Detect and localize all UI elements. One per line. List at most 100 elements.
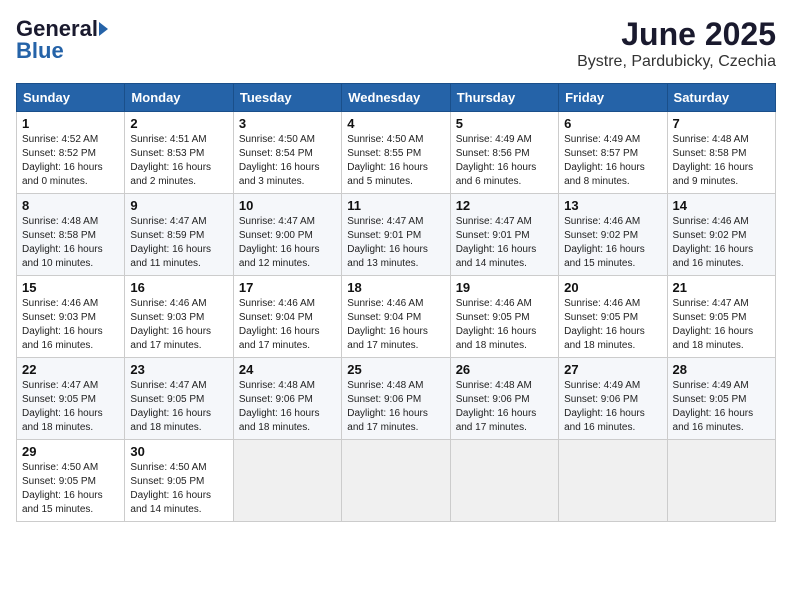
- day-info: Sunrise: 4:47 AM Sunset: 8:59 PM Dayligh…: [130, 215, 227, 271]
- day-info: Sunrise: 4:50 AM Sunset: 8:55 PM Dayligh…: [347, 133, 444, 189]
- weekday-header-tuesday: Tuesday: [233, 84, 341, 112]
- day-cell: 12 Sunrise: 4:47 AM Sunset: 9:01 PM Dayli…: [450, 194, 558, 276]
- day-cell: 25 Sunrise: 4:48 AM Sunset: 9:06 PM Dayli…: [342, 358, 450, 440]
- week-row-1: 1 Sunrise: 4:52 AM Sunset: 8:52 PM Daylig…: [17, 112, 776, 194]
- day-number: 7: [673, 116, 770, 131]
- logo-blue-text: Blue: [16, 38, 64, 64]
- day-cell: 19 Sunrise: 4:46 AM Sunset: 9:05 PM Dayli…: [450, 276, 558, 358]
- day-info: Sunrise: 4:46 AM Sunset: 9:04 PM Dayligh…: [347, 297, 444, 353]
- day-number: 15: [22, 280, 119, 295]
- day-cell: [559, 440, 667, 522]
- day-cell: 18 Sunrise: 4:46 AM Sunset: 9:04 PM Dayli…: [342, 276, 450, 358]
- day-number: 20: [564, 280, 661, 295]
- day-number: 4: [347, 116, 444, 131]
- day-number: 23: [130, 362, 227, 377]
- day-cell: 27 Sunrise: 4:49 AM Sunset: 9:06 PM Dayli…: [559, 358, 667, 440]
- day-cell: 21 Sunrise: 4:47 AM Sunset: 9:05 PM Dayli…: [667, 276, 775, 358]
- day-number: 19: [456, 280, 553, 295]
- weekday-header-wednesday: Wednesday: [342, 84, 450, 112]
- day-number: 13: [564, 198, 661, 213]
- day-info: Sunrise: 4:46 AM Sunset: 9:05 PM Dayligh…: [564, 297, 661, 353]
- day-info: Sunrise: 4:47 AM Sunset: 9:05 PM Dayligh…: [673, 297, 770, 353]
- day-number: 5: [456, 116, 553, 131]
- day-number: 24: [239, 362, 336, 377]
- day-cell: 5 Sunrise: 4:49 AM Sunset: 8:56 PM Daylig…: [450, 112, 558, 194]
- day-cell: 15 Sunrise: 4:46 AM Sunset: 9:03 PM Dayli…: [17, 276, 125, 358]
- logo: General Blue: [16, 16, 108, 64]
- day-info: Sunrise: 4:50 AM Sunset: 9:05 PM Dayligh…: [130, 461, 227, 517]
- day-info: Sunrise: 4:46 AM Sunset: 9:05 PM Dayligh…: [456, 297, 553, 353]
- day-cell: 14 Sunrise: 4:46 AM Sunset: 9:02 PM Dayli…: [667, 194, 775, 276]
- day-number: 21: [673, 280, 770, 295]
- day-info: Sunrise: 4:49 AM Sunset: 8:57 PM Dayligh…: [564, 133, 661, 189]
- title-block: June 2025 Bystre, Pardubicky, Czechia: [577, 16, 776, 71]
- week-row-5: 29 Sunrise: 4:50 AM Sunset: 9:05 PM Dayli…: [17, 440, 776, 522]
- day-number: 1: [22, 116, 119, 131]
- weekday-header-sunday: Sunday: [17, 84, 125, 112]
- day-cell: 2 Sunrise: 4:51 AM Sunset: 8:53 PM Daylig…: [125, 112, 233, 194]
- day-info: Sunrise: 4:52 AM Sunset: 8:52 PM Dayligh…: [22, 133, 119, 189]
- day-number: 27: [564, 362, 661, 377]
- day-number: 28: [673, 362, 770, 377]
- location: Bystre, Pardubicky, Czechia: [577, 53, 776, 71]
- week-row-3: 15 Sunrise: 4:46 AM Sunset: 9:03 PM Dayli…: [17, 276, 776, 358]
- day-info: Sunrise: 4:47 AM Sunset: 9:01 PM Dayligh…: [456, 215, 553, 271]
- day-number: 6: [564, 116, 661, 131]
- day-number: 14: [673, 198, 770, 213]
- day-info: Sunrise: 4:48 AM Sunset: 9:06 PM Dayligh…: [347, 379, 444, 435]
- week-row-4: 22Sunrise: 4:47 AM Sunset: 9:05 PM Dayli…: [17, 358, 776, 440]
- page-header: General Blue June 2025 Bystre, Pardubick…: [16, 16, 776, 71]
- day-number: 29: [22, 444, 119, 459]
- day-cell: 23 Sunrise: 4:47 AM Sunset: 9:05 PM Dayli…: [125, 358, 233, 440]
- day-info: Sunrise: 4:49 AM Sunset: 8:56 PM Dayligh…: [456, 133, 553, 189]
- day-cell: 26Sunrise: 4:48 AM Sunset: 9:06 PM Dayli…: [450, 358, 558, 440]
- day-cell: 1 Sunrise: 4:52 AM Sunset: 8:52 PM Daylig…: [17, 112, 125, 194]
- day-info: Sunrise: 4:47 AM Sunset: 9:05 PM Dayligh…: [130, 379, 227, 435]
- day-cell: 30 Sunrise: 4:50 AM Sunset: 9:05 PM Dayli…: [125, 440, 233, 522]
- day-cell: 11Sunrise: 4:47 AM Sunset: 9:01 PM Dayli…: [342, 194, 450, 276]
- week-row-2: 8Sunrise: 4:48 AM Sunset: 8:58 PM Daylig…: [17, 194, 776, 276]
- day-number: 9: [130, 198, 227, 213]
- day-info: Sunrise: 4:46 AM Sunset: 9:03 PM Dayligh…: [22, 297, 119, 353]
- day-number: 18: [347, 280, 444, 295]
- day-cell: [342, 440, 450, 522]
- day-info: Sunrise: 4:51 AM Sunset: 8:53 PM Dayligh…: [130, 133, 227, 189]
- day-cell: 29 Sunrise: 4:50 AM Sunset: 9:05 PM Dayli…: [17, 440, 125, 522]
- day-info: Sunrise: 4:47 AM Sunset: 9:01 PM Dayligh…: [347, 215, 444, 271]
- day-cell: [450, 440, 558, 522]
- day-cell: [233, 440, 341, 522]
- day-cell: 17Sunrise: 4:46 AM Sunset: 9:04 PM Dayli…: [233, 276, 341, 358]
- day-cell: [667, 440, 775, 522]
- calendar-table: SundayMondayTuesdayWednesdayThursdayFrid…: [16, 83, 776, 522]
- weekday-header-monday: Monday: [125, 84, 233, 112]
- day-info: Sunrise: 4:50 AM Sunset: 8:54 PM Dayligh…: [239, 133, 336, 189]
- weekday-header-row: SundayMondayTuesdayWednesdayThursdayFrid…: [17, 84, 776, 112]
- day-info: Sunrise: 4:49 AM Sunset: 9:05 PM Dayligh…: [673, 379, 770, 435]
- day-cell: 28 Sunrise: 4:49 AM Sunset: 9:05 PM Dayli…: [667, 358, 775, 440]
- day-info: Sunrise: 4:46 AM Sunset: 9:02 PM Dayligh…: [564, 215, 661, 271]
- day-cell: 4 Sunrise: 4:50 AM Sunset: 8:55 PM Daylig…: [342, 112, 450, 194]
- day-cell: 20 Sunrise: 4:46 AM Sunset: 9:05 PM Dayli…: [559, 276, 667, 358]
- day-number: 25: [347, 362, 444, 377]
- day-info: Sunrise: 4:46 AM Sunset: 9:04 PM Dayligh…: [239, 297, 336, 353]
- day-number: 2: [130, 116, 227, 131]
- day-info: Sunrise: 4:48 AM Sunset: 8:58 PM Dayligh…: [673, 133, 770, 189]
- day-info: Sunrise: 4:49 AM Sunset: 9:06 PM Dayligh…: [564, 379, 661, 435]
- day-info: Sunrise: 4:46 AM Sunset: 9:02 PM Dayligh…: [673, 215, 770, 271]
- day-cell: 24 Sunrise: 4:48 AM Sunset: 9:06 PM Dayli…: [233, 358, 341, 440]
- day-cell: 10Sunrise: 4:47 AM Sunset: 9:00 PM Dayli…: [233, 194, 341, 276]
- day-info: Sunrise: 4:46 AM Sunset: 9:03 PM Dayligh…: [130, 297, 227, 353]
- day-number: 3: [239, 116, 336, 131]
- day-cell: 22Sunrise: 4:47 AM Sunset: 9:05 PM Dayli…: [17, 358, 125, 440]
- day-cell: 16 Sunrise: 4:46 AM Sunset: 9:03 PM Dayli…: [125, 276, 233, 358]
- month-title: June 2025: [577, 16, 776, 53]
- day-info: Sunrise: 4:50 AM Sunset: 9:05 PM Dayligh…: [22, 461, 119, 517]
- day-number: 12: [456, 198, 553, 213]
- day-info: Sunrise: 4:48 AM Sunset: 9:06 PM Dayligh…: [239, 379, 336, 435]
- day-number: 30: [130, 444, 227, 459]
- day-cell: 9 Sunrise: 4:47 AM Sunset: 8:59 PM Daylig…: [125, 194, 233, 276]
- day-number: 16: [130, 280, 227, 295]
- day-info: Sunrise: 4:48 AM Sunset: 9:06 PM Dayligh…: [456, 379, 553, 435]
- day-cell: 7 Sunrise: 4:48 AM Sunset: 8:58 PM Daylig…: [667, 112, 775, 194]
- day-cell: 13 Sunrise: 4:46 AM Sunset: 9:02 PM Dayli…: [559, 194, 667, 276]
